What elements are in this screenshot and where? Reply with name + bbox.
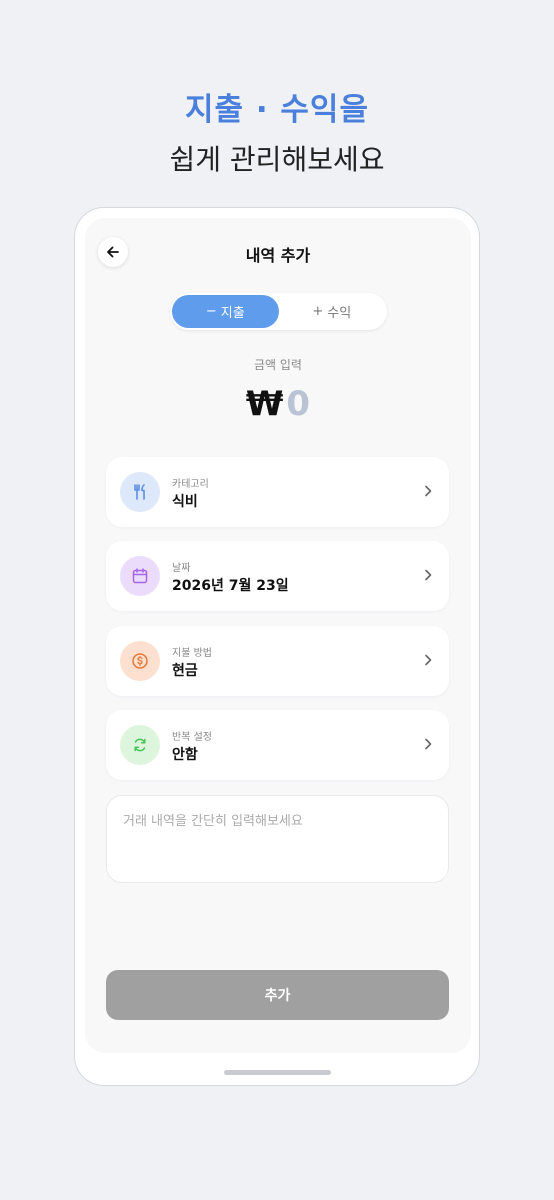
date-row[interactable]: 날짜 2026년 7월 23일 bbox=[106, 541, 449, 611]
chevron-right-icon bbox=[425, 569, 432, 581]
amount-input[interactable]: ₩0 bbox=[85, 384, 471, 424]
screen-title: 내역 추가 bbox=[245, 246, 311, 265]
repeat-label: 반복 설정 bbox=[172, 732, 212, 743]
memo-input[interactable] bbox=[106, 795, 449, 883]
date-label: 날짜 bbox=[172, 563, 191, 574]
type-toggle: − 지출 + 수익 bbox=[170, 293, 387, 330]
phone-frame: 내역 추가 − 지출 + 수익 금액 입력 ₩0 카테고리 식비 날짜 2026… bbox=[74, 207, 480, 1086]
repeat-row[interactable]: 반복 설정 안함 bbox=[106, 710, 449, 780]
date-value: 2026년 7월 23일 bbox=[172, 578, 289, 594]
payment-method-value: 현금 bbox=[172, 663, 198, 679]
payment-method-row[interactable]: 지불 방법 현금 bbox=[106, 626, 449, 696]
chevron-right-icon bbox=[425, 654, 432, 666]
category-value: 식비 bbox=[172, 494, 198, 510]
minus-icon: − bbox=[205, 304, 217, 319]
amount-value: 0 bbox=[286, 384, 311, 424]
chevron-right-icon bbox=[425, 485, 432, 497]
repeat-icon bbox=[120, 725, 160, 765]
amount-label: 금액 입력 bbox=[254, 358, 302, 372]
tab-expense[interactable]: − 지출 bbox=[172, 295, 279, 328]
repeat-value: 안함 bbox=[172, 747, 198, 763]
promo-title: 지출 · 수익을 bbox=[185, 92, 369, 128]
add-transaction-screen: 내역 추가 − 지출 + 수익 금액 입력 ₩0 카테고리 식비 날짜 2026… bbox=[85, 218, 471, 1053]
category-label: 카테고리 bbox=[172, 479, 209, 490]
tab-income-label: 수익 bbox=[327, 306, 352, 321]
tab-expense-label: 지출 bbox=[220, 306, 245, 321]
category-row[interactable]: 카테고리 식비 bbox=[106, 457, 449, 527]
payment-method-label: 지불 방법 bbox=[172, 648, 212, 659]
plus-icon: + bbox=[312, 304, 324, 319]
chevron-right-icon bbox=[425, 738, 432, 750]
calendar-icon bbox=[120, 556, 160, 596]
promo-subtitle: 쉽게 관리해보세요 bbox=[169, 143, 385, 176]
home-indicator bbox=[224, 1070, 331, 1075]
currency-symbol: ₩ bbox=[245, 384, 284, 424]
coin-icon bbox=[120, 641, 160, 681]
tab-income[interactable]: + 수익 bbox=[279, 295, 386, 328]
add-button[interactable]: 추가 bbox=[106, 970, 449, 1020]
fork-knife-icon bbox=[120, 472, 160, 512]
